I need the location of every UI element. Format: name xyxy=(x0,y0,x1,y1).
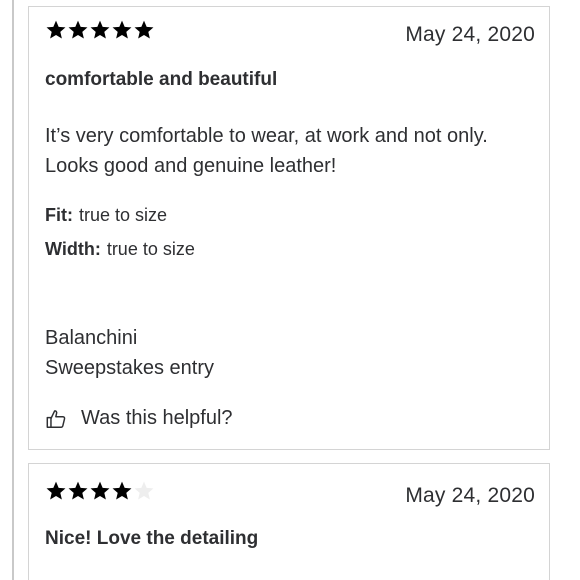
reviews-page: May 24, 2020 comfortable and beautiful I… xyxy=(0,0,580,580)
thumbs-up-icon[interactable] xyxy=(45,408,67,430)
review-author-block: Balanchini Sweepstakes entry xyxy=(45,323,214,383)
left-divider xyxy=(12,0,14,580)
fit-label: Fit: xyxy=(45,205,73,225)
review-date: May 24, 2020 xyxy=(405,484,535,507)
review-card: May 24, 2020 comfortable and beautiful I… xyxy=(28,6,550,450)
star-empty-icon xyxy=(133,480,155,502)
star-filled-icon xyxy=(67,19,89,41)
review-body: It’s very comfortable to wear, at work a… xyxy=(45,121,525,181)
helpful-button[interactable]: Was this helpful? xyxy=(45,407,233,430)
star-filled-icon xyxy=(89,480,111,502)
sweepstakes-badge: Sweepstakes entry xyxy=(45,357,214,379)
review-title: comfortable and beautiful xyxy=(45,69,278,90)
review-date: May 24, 2020 xyxy=(405,23,535,46)
star-filled-icon xyxy=(111,19,133,41)
fit-attribute: Fit: true to size xyxy=(45,205,167,226)
star-filled-icon xyxy=(45,19,67,41)
width-attribute: Width: true to size xyxy=(45,239,195,260)
star-filled-icon xyxy=(67,480,89,502)
star-rating xyxy=(45,19,155,41)
star-rating xyxy=(45,480,155,502)
star-filled-icon xyxy=(133,19,155,41)
star-filled-icon xyxy=(45,480,67,502)
review-title: Nice! Love the detailing xyxy=(45,528,259,549)
width-value: true to size xyxy=(106,239,195,259)
fit-value: true to size xyxy=(78,205,168,225)
review-author: Balanchini xyxy=(45,327,138,349)
star-filled-icon xyxy=(89,19,111,41)
review-card: May 24, 2020 Nice! Love the detailing xyxy=(28,463,550,580)
review-body-line: It’s very comfortable to wear, at work a… xyxy=(45,125,488,147)
star-filled-icon xyxy=(111,480,133,502)
width-label: Width: xyxy=(45,239,101,259)
helpful-label[interactable]: Was this helpful? xyxy=(81,407,233,430)
review-body-line: Looks good and genuine leather! xyxy=(45,155,337,177)
